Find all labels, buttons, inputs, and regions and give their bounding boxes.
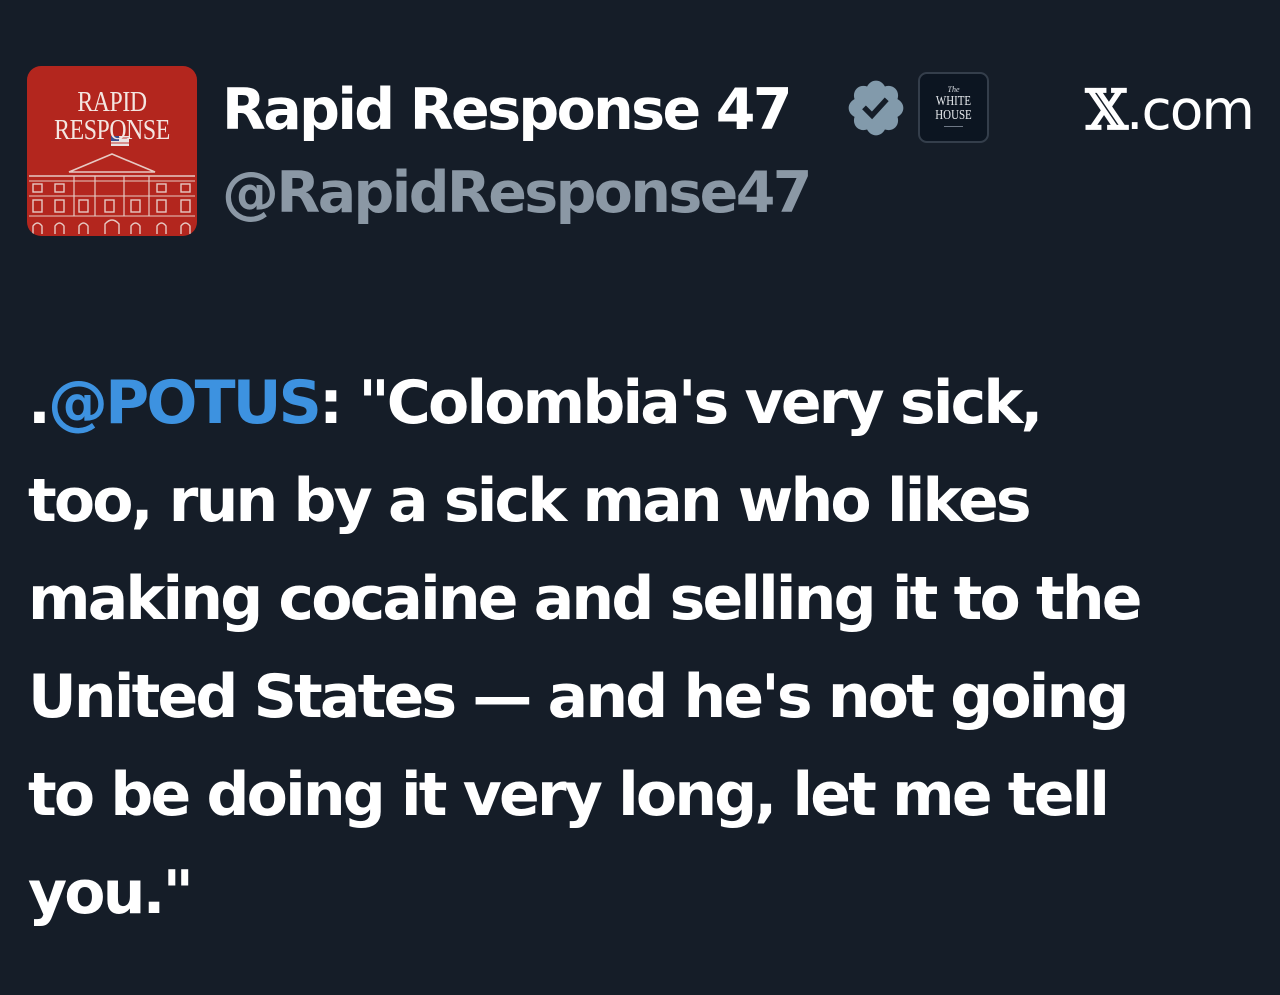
display-name[interactable]: Rapid Response 47 bbox=[222, 78, 793, 142]
user-handle[interactable]: @RapidResponse47 bbox=[222, 161, 812, 225]
site-label: 𝕏.com bbox=[1085, 77, 1255, 143]
tweet-line-4: United States — and he's not going bbox=[28, 662, 1129, 732]
tweet-header: RAPID RESPONSE Rapid Response 47 The WHI… bbox=[27, 66, 1255, 236]
tweet-line-6: you." bbox=[28, 858, 194, 928]
affiliation-badge-prefix: The bbox=[947, 85, 960, 94]
x-logo-icon: 𝕏 bbox=[1085, 77, 1128, 142]
mention-link[interactable]: @POTUS bbox=[48, 368, 322, 438]
affiliation-badge-label: WHITE HOUSE bbox=[927, 95, 979, 123]
affiliation-badge[interactable]: The WHITE HOUSE bbox=[918, 72, 989, 143]
affiliation-line1: WHITE bbox=[935, 94, 972, 109]
avatar-logo-text: RAPID RESPONSE bbox=[42, 88, 181, 146]
avatar-logo-line2: RESPONSE bbox=[54, 114, 170, 146]
tweet-line-1: .@POTUS: "Colombia's very sick, bbox=[28, 354, 1264, 452]
affiliation-line2: HOUSE bbox=[935, 108, 972, 123]
verified-badge-icon bbox=[848, 80, 904, 136]
tweet-prefix: . bbox=[28, 368, 51, 438]
tweet-line-2: too, run by a sick man who likes bbox=[28, 466, 1032, 536]
affiliation-divider bbox=[944, 126, 963, 127]
tweet-text: .@POTUS: "Colombia's very sick, too, run… bbox=[28, 354, 1264, 942]
avatar[interactable]: RAPID RESPONSE bbox=[27, 66, 197, 236]
tweet-line-3: making cocaine and selling it to the bbox=[28, 564, 1142, 634]
tweet-line-1-text: : "Colombia's very sick, bbox=[319, 368, 1043, 438]
tweet-line-5: to be doing it very long, let me tell bbox=[28, 760, 1110, 830]
site-suffix: .com bbox=[1126, 78, 1255, 142]
